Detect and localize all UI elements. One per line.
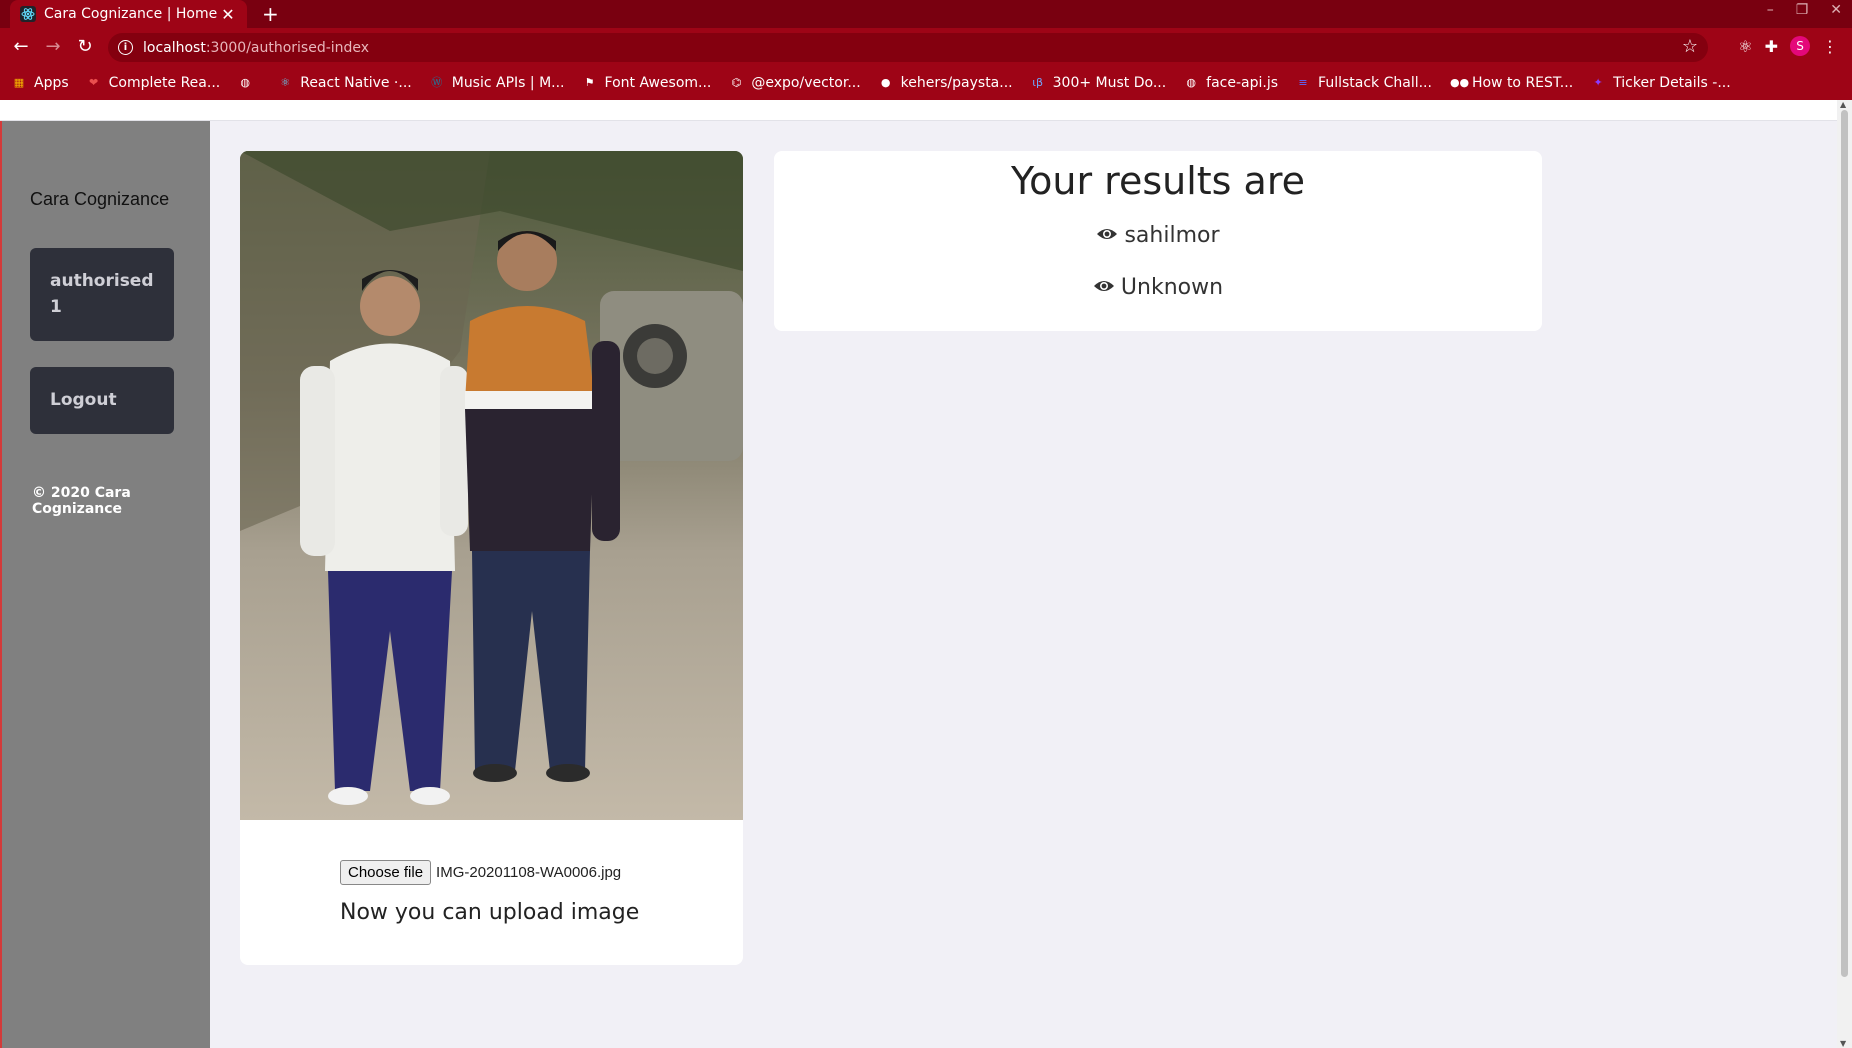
bookmark-label: @expo/vector... (751, 75, 861, 91)
eye-icon (1093, 275, 1115, 300)
scroll-up-icon[interactable]: ▲ (1840, 100, 1846, 109)
flag-icon: ⚑ (584, 76, 595, 89)
bookmark-label: Apps (34, 75, 69, 91)
bookmark-icon: ❤ (89, 76, 99, 89)
browser-toolbar: ← → ↻ i localhost:3000/authorised-index … (0, 28, 1852, 66)
result-name: sahilmor (1124, 223, 1220, 248)
bookmark-item[interactable]: ⚑ Font Awesom... (583, 75, 712, 91)
react-favicon-icon (20, 6, 36, 22)
bookmarks-bar: ▦ Apps ❤ Complete Rea... ◍ ⚛ React Native ·...… (0, 66, 1852, 100)
brand-title: Cara Cognizance (30, 189, 170, 209)
reload-icon[interactable]: ↻ (74, 36, 96, 58)
sidebar: Cara Cognizance authorised 1 Logout © 20… (0, 121, 210, 1048)
photo-card: Choose file IMG-20201108-WA0006.jpg Now … (240, 151, 743, 965)
ib-icon: ιβ (1032, 76, 1043, 89)
bookmark-item[interactable]: ▦ Apps (12, 75, 69, 91)
scroll-thumb[interactable] (1841, 110, 1848, 977)
bookmark-item[interactable]: ⌬ @expo/vector... (729, 75, 861, 91)
bookmark-label: Complete Rea... (108, 75, 221, 91)
bookmark-label: face-api.js (1206, 75, 1279, 91)
react-devtools-icon[interactable]: ⚛ (1738, 37, 1752, 56)
logout-button[interactable]: Logout (30, 367, 174, 434)
bookmark-item[interactable]: ≡ Fullstack Chall... (1296, 75, 1432, 91)
bookmark-item[interactable]: ● kehers/paysta... (879, 75, 1013, 91)
bookmark-star-icon[interactable]: ☆ (1682, 36, 1698, 57)
close-window-icon[interactable]: ✕ (1830, 2, 1842, 18)
minimize-icon[interactable]: – (1767, 2, 1774, 18)
eye-icon (1096, 223, 1118, 248)
menu-kebab-icon[interactable]: ⋮ (1822, 37, 1838, 56)
github-icon: ● (880, 76, 891, 89)
selected-file-name: IMG-20201108-WA0006.jpg (436, 864, 622, 881)
top-strip (0, 100, 1837, 121)
bookmark-label: 300+ Must Do... (1052, 75, 1167, 91)
profile-avatar[interactable]: S (1790, 36, 1810, 56)
browser-titlebar: Cara Cognizance | Home ✕ + – ❐ ✕ (0, 0, 1852, 28)
copyright-text: © 2020 Cara Cognizance (32, 485, 131, 517)
bookmark-item[interactable]: Ⓦ Music APIs | M... (430, 75, 565, 91)
page-content: Cara Cognizance authorised 1 Logout © 20… (0, 100, 1852, 1048)
bookmark-item[interactable]: ❤ Complete Rea... (87, 75, 221, 91)
restore-icon[interactable]: ❐ (1796, 2, 1809, 18)
url-text: localhost:3000/authorised-index (143, 39, 370, 56)
bookmark-item[interactable]: ✦ Ticker Details -... (1591, 75, 1731, 91)
bookmark-label: kehers/paysta... (900, 75, 1013, 91)
result-name: Unknown (1120, 275, 1224, 300)
doc-icon: ≡ (1298, 76, 1308, 89)
expo-icon: ⌬ (731, 76, 742, 89)
browser-tab[interactable]: Cara Cognizance | Home ✕ (10, 0, 247, 28)
wordpress-icon: Ⓦ (431, 76, 443, 89)
authorised-button[interactable]: authorised 1 (30, 248, 174, 341)
choose-file-button[interactable]: Choose file (340, 860, 432, 885)
results-card: Your results are sahilmor Unknown (774, 151, 1542, 331)
tab-close-icon[interactable]: ✕ (219, 5, 237, 24)
apps-grid-icon: ▦ (13, 76, 25, 89)
bookmark-label: Fullstack Chall... (1318, 75, 1432, 91)
tab-title: Cara Cognizance | Home (44, 6, 218, 22)
result-item: sahilmor (774, 223, 1542, 248)
globe-icon: ◍ (240, 76, 251, 89)
info-icon[interactable]: i (118, 40, 133, 55)
extensions-area: ⚛ ✚ S ⋮ (1738, 36, 1838, 56)
bookmark-label: React Native ·... (300, 75, 412, 91)
bookmark-item[interactable]: ◍ (238, 76, 260, 90)
globe-icon: ◍ (1186, 76, 1196, 89)
scroll-down-icon[interactable]: ▼ (1840, 1039, 1846, 1048)
page-scrollbar[interactable]: ▲ ▼ (1837, 100, 1852, 1048)
bookmark-item[interactable]: ⚛ React Native ·... (278, 75, 412, 91)
react-icon: ⚛ (280, 76, 291, 89)
back-icon[interactable]: ← (10, 36, 32, 58)
address-bar[interactable]: i localhost:3000/authorised-index ☆ (108, 33, 1708, 62)
bookmark-label: Ticker Details -... (1613, 75, 1731, 91)
medium-icon: ●● (1449, 76, 1470, 89)
bookmark-label: Music APIs | M... (451, 75, 565, 91)
extensions-puzzle-icon[interactable]: ✚ (1765, 37, 1778, 56)
new-tab-icon[interactable]: + (262, 2, 279, 26)
forward-icon[interactable]: → (42, 36, 64, 58)
window-controls: – ❐ ✕ (1767, 2, 1842, 18)
bookmark-item[interactable]: ◍ face-api.js (1184, 75, 1278, 91)
bookmark-item[interactable]: ●● How to REST... (1450, 75, 1573, 91)
upload-status-text: Now you can upload image (340, 900, 640, 925)
file-input-row: Choose file IMG-20201108-WA0006.jpg (340, 860, 621, 885)
result-item: Unknown (774, 275, 1542, 300)
bookmark-label: Font Awesom... (604, 75, 712, 91)
bookmark-label: How to REST... (1471, 75, 1574, 91)
uploaded-photo (240, 151, 743, 820)
bookmark-item[interactable]: ιβ 300+ Must Do... (1031, 75, 1167, 91)
bulb-icon: ✦ (1593, 76, 1603, 89)
results-title: Your results are (1010, 159, 1306, 203)
